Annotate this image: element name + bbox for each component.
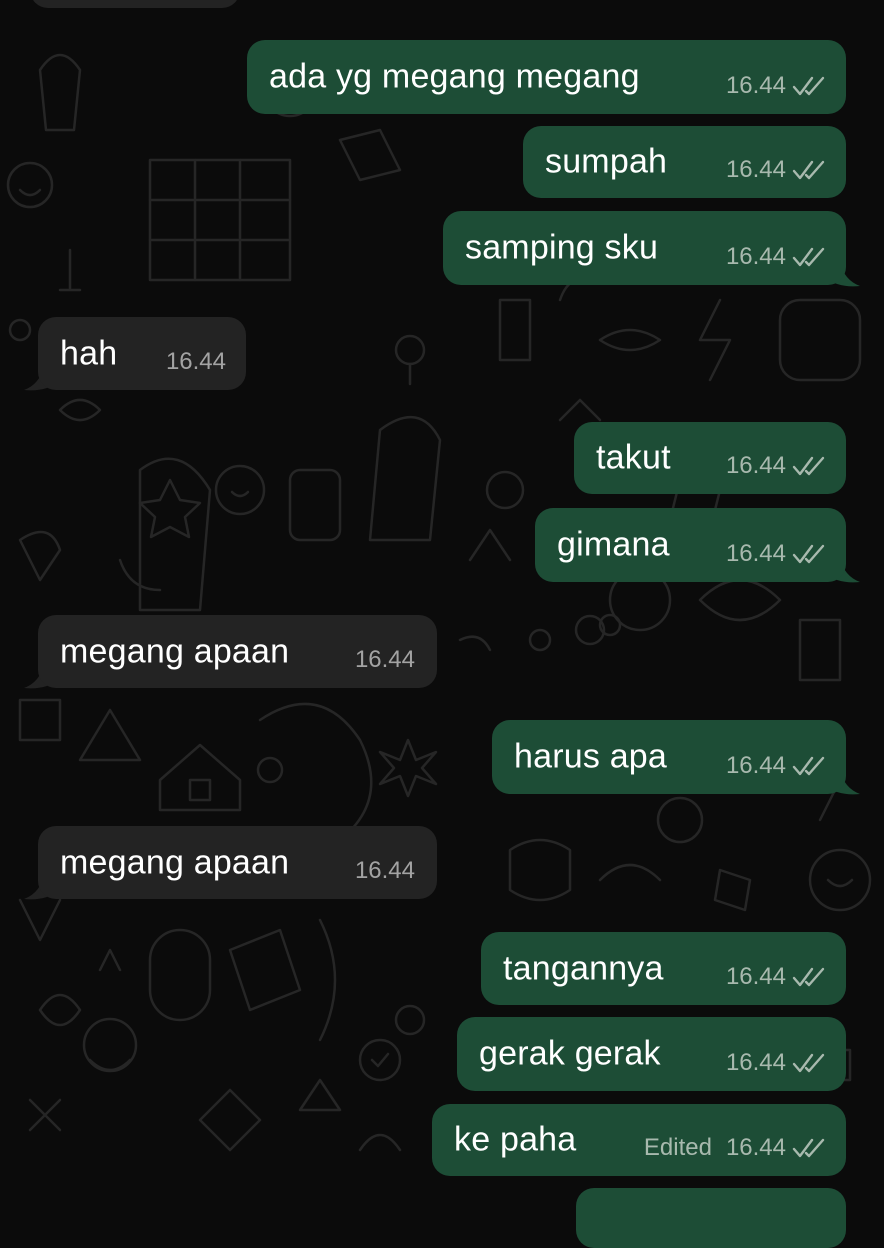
message-text: harus apa (514, 737, 668, 776)
message-time: 16.44 (725, 1134, 786, 1161)
message-time: 16.44 (725, 1049, 786, 1076)
message-text: ke paha (454, 1120, 577, 1159)
message-time: 16.44 (725, 963, 786, 990)
message-bubble-incoming[interactable]: megang apaan 16.44 (38, 615, 437, 688)
message-bubble-outgoing[interactable]: ada yg megang megang 16.44 (247, 40, 846, 114)
message-meta: 16.44 (726, 72, 826, 100)
double-check-icon (792, 967, 825, 987)
message-time: 16.44 (725, 752, 786, 779)
message-time: 16.44 (354, 646, 415, 673)
message-bubble-incoming[interactable] (30, 0, 240, 8)
message-time: 16.44 (725, 72, 786, 99)
message-meta: 16.44 (726, 1049, 826, 1077)
message-bubble-outgoing[interactable]: gerak gerak 16.44 (457, 1017, 846, 1091)
message-text: gerak gerak (479, 1034, 661, 1073)
message-bubble-outgoing[interactable]: harus apa 16.44 (492, 720, 846, 794)
message-bubble-outgoing[interactable]: takut 16.44 (574, 422, 846, 494)
double-check-icon (792, 456, 825, 476)
double-check-icon (792, 160, 825, 180)
double-check-icon (792, 247, 825, 267)
message-meta: 16.44 (726, 156, 826, 184)
message-time: 16.44 (354, 857, 415, 884)
message-bubble-incoming[interactable]: hah 16.44 (38, 317, 246, 390)
double-check-icon (792, 76, 825, 96)
message-time: 16.44 (725, 156, 786, 183)
double-check-icon (792, 756, 825, 776)
message-time: 16.44 (725, 243, 786, 270)
message-meta: 16.44 (726, 243, 826, 271)
message-meta: 16.44 (355, 646, 415, 674)
double-check-icon (792, 1053, 825, 1073)
message-text: tangannya (503, 949, 664, 987)
message-text: ada yg megang megang (269, 57, 640, 96)
message-bubble-outgoing[interactable]: tangannya 16.44 (481, 932, 846, 1005)
message-meta: 16.44 (726, 752, 826, 780)
message-time: 16.44 (725, 452, 786, 479)
message-text: hah (60, 334, 118, 372)
message-time: 16.44 (725, 540, 786, 567)
message-meta: Edited 16.44 (644, 1134, 826, 1162)
message-bubble-outgoing[interactable]: samping sku 16.44 (443, 211, 846, 285)
message-meta: 16.44 (726, 963, 826, 991)
message-text: takut (596, 438, 671, 477)
message-bubble-outgoing[interactable]: ke paha Edited 16.44 (432, 1104, 846, 1176)
message-meta: 16.44 (355, 857, 415, 885)
message-meta: 16.44 (726, 452, 826, 480)
message-meta: 16.44 (726, 540, 826, 568)
message-text: gimana (557, 525, 670, 564)
edited-label: Edited (643, 1134, 712, 1161)
message-bubble-outgoing[interactable]: sumpah 16.44 (523, 126, 846, 198)
message-meta: 16.44 (166, 348, 226, 376)
double-check-icon (792, 544, 825, 564)
message-time: 16.44 (165, 348, 226, 375)
message-text: megang apaan (60, 843, 290, 881)
message-bubble-outgoing[interactable] (576, 1188, 846, 1248)
message-text: sumpah (545, 142, 668, 181)
message-text: samping sku (465, 228, 659, 267)
message-text: megang apaan (60, 632, 290, 670)
message-bubble-outgoing[interactable]: gimana 16.44 (535, 508, 846, 582)
message-bubble-incoming[interactable]: megang apaan 16.44 (38, 826, 437, 899)
double-check-icon (792, 1138, 825, 1158)
